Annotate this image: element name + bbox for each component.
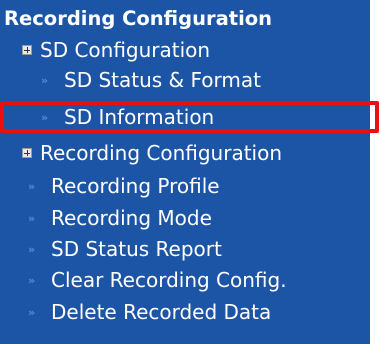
menu-item-clear-recording-config[interactable]: » Clear Recording Config. — [28, 265, 287, 295]
menu-item-recording-mode[interactable]: » Recording Mode — [28, 203, 212, 233]
plus-box-icon[interactable] — [22, 45, 32, 55]
menu-item-recording-profile[interactable]: » Recording Profile — [28, 171, 220, 201]
menu-item-label: Clear Recording Config. — [51, 268, 287, 292]
menu-item-label: Delete Recorded Data — [51, 300, 272, 324]
double-chevron-icon: » — [28, 305, 35, 319]
menu-group-recording-configuration[interactable]: Recording Configuration — [22, 138, 282, 168]
double-chevron-icon: » — [28, 179, 35, 193]
plus-box-icon[interactable] — [22, 148, 32, 158]
menu-group-label: SD Configuration — [40, 38, 211, 62]
menu-item-label: SD Status Report — [51, 237, 222, 261]
menu-item-label: SD Status & Format — [64, 68, 261, 92]
menu-group-sd-configuration[interactable]: SD Configuration — [22, 35, 210, 65]
double-chevron-icon: » — [28, 242, 35, 256]
navigation-menu-panel: Recording Configuration SD Configuration… — [0, 0, 370, 344]
menu-item-label: Recording Profile — [51, 174, 220, 198]
double-chevron-icon: » — [28, 211, 35, 225]
selected-item-highlight-box — [0, 101, 379, 133]
double-chevron-icon: » — [41, 73, 48, 87]
double-chevron-icon: » — [28, 273, 35, 287]
menu-item-sd-status-report[interactable]: » SD Status Report — [28, 234, 222, 264]
menu-item-sd-status-format[interactable]: » SD Status & Format — [41, 65, 261, 95]
menu-item-label: Recording Mode — [51, 206, 212, 230]
menu-item-delete-recorded-data[interactable]: » Delete Recorded Data — [28, 297, 271, 327]
menu-group-label: Recording Configuration — [40, 141, 283, 165]
menu-heading: Recording Configuration — [4, 7, 273, 30]
